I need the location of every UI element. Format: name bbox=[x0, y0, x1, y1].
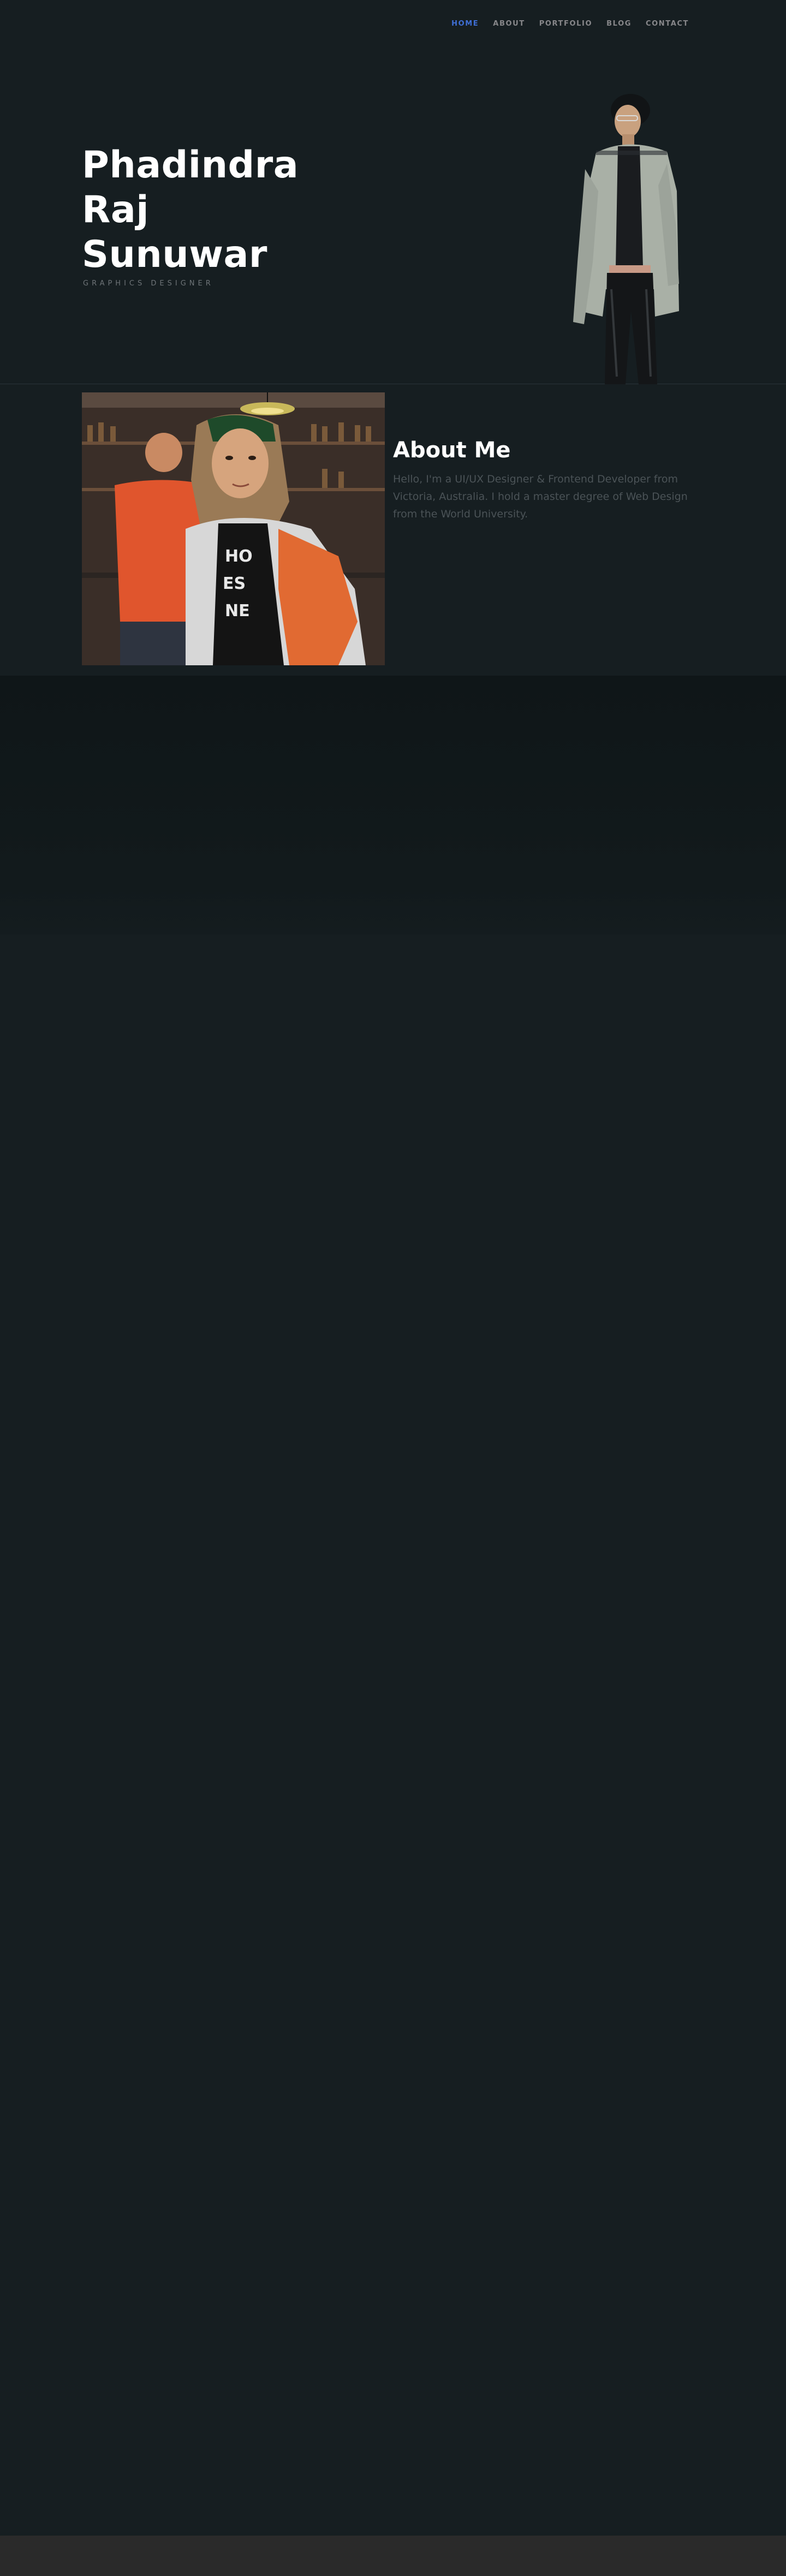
svg-text:ES: ES bbox=[223, 574, 246, 593]
hero-portrait-image bbox=[573, 94, 679, 384]
footer bbox=[0, 2536, 786, 2576]
nav-list: HOME ABOUT PORTFOLIO BLOG CONTACT bbox=[451, 17, 689, 28]
nav-item-contact: CONTACT bbox=[646, 17, 689, 28]
hero-title-line-1: Phadindra bbox=[82, 144, 299, 187]
nav-link-blog[interactable]: BLOG bbox=[606, 20, 632, 28]
hero-section: Phadindra Raj Sunuwar GRAPHICS DESIGNER bbox=[0, 0, 786, 384]
nav-item-blog: BLOG bbox=[606, 17, 632, 28]
hero-subtitle: GRAPHICS DESIGNER bbox=[83, 279, 214, 288]
svg-text:NE: NE bbox=[225, 601, 250, 621]
nav-link-contact[interactable]: CONTACT bbox=[646, 20, 689, 28]
nav-link-portfolio[interactable]: PORTFOLIO bbox=[539, 20, 592, 28]
about-photo: HO ES NE bbox=[82, 392, 385, 665]
nav-item-portfolio: PORTFOLIO bbox=[539, 17, 592, 28]
hero-title-line-2: Raj bbox=[82, 188, 150, 231]
about-section: HO ES NE About Me Hello, I'm a UI/UX Des… bbox=[0, 384, 786, 676]
dark-section bbox=[0, 676, 786, 934]
svg-text:HO: HO bbox=[225, 547, 253, 566]
nav-item-home: HOME bbox=[451, 17, 479, 28]
main-navigation: HOME ABOUT PORTFOLIO BLOG CONTACT bbox=[0, 0, 786, 44]
hero-title-line-3: Sunuwar bbox=[82, 233, 267, 276]
nav-link-home[interactable]: HOME bbox=[451, 20, 479, 28]
nav-link-about[interactable]: ABOUT bbox=[493, 20, 525, 28]
about-photo-image: HO ES NE bbox=[82, 392, 385, 665]
hero-title: Phadindra Raj Sunuwar bbox=[82, 143, 299, 277]
about-description: Hello, I'm a UI/UX Designer & Frontend D… bbox=[393, 473, 688, 520]
nav-item-about: ABOUT bbox=[493, 17, 525, 28]
about-heading: About Me bbox=[393, 438, 511, 463]
